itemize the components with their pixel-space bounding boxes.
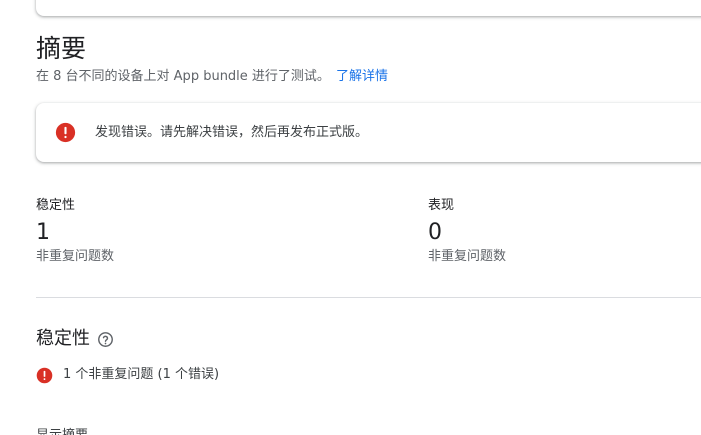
- error-banner-message: 发现错误。请先解决错误，然后再发布正式版。: [95, 125, 369, 140]
- performance-metric-caption: 非重复问题数: [428, 249, 507, 264]
- issue-summary-text: 1 个非重复问题 (1 个错误): [63, 367, 220, 382]
- performance-metric: 表现 0 非重复问题数: [428, 196, 506, 266]
- learn-more-link[interactable]: 了解详情: [336, 69, 388, 84]
- performance-metric-value: 0: [428, 220, 442, 245]
- stability-metric-caption: 非重复问题数: [36, 249, 115, 264]
- stability-metric-label: 稳定性: [36, 198, 76, 213]
- stability-section-title-text: 稳定性: [36, 328, 90, 349]
- section-divider: [36, 297, 701, 298]
- error-icon: [55, 122, 76, 143]
- stability-issue-summary: 1 个非重复问题 (1 个错误): [36, 365, 219, 385]
- summary-title: 摘要: [36, 34, 87, 63]
- error-icon: [36, 367, 53, 383]
- help-circle-icon[interactable]: [97, 331, 114, 348]
- error-banner: 发现错误。请先解决错误，然后再发布正式版。: [36, 103, 701, 162]
- show-summary-heading[interactable]: 显示摘要: [36, 427, 88, 435]
- stability-section-title: 稳定性: [36, 326, 114, 352]
- previous-card: [36, 0, 701, 16]
- stability-metric: 稳定性 1 非重复问题数: [36, 196, 114, 266]
- stability-metric-value: 1: [36, 220, 50, 245]
- performance-metric-label: 表现: [428, 198, 455, 213]
- summary-subtitle: 在 8 台不同的设备上对 App bundle 进行了测试。 了解详情: [36, 67, 388, 87]
- test-report-page: 摘要 在 8 台不同的设备上对 App bundle 进行了测试。 了解详情 发现…: [0, 0, 701, 435]
- summary-subtitle-text: 在 8 台不同的设备上对 App bundle 进行了测试。: [36, 69, 330, 84]
